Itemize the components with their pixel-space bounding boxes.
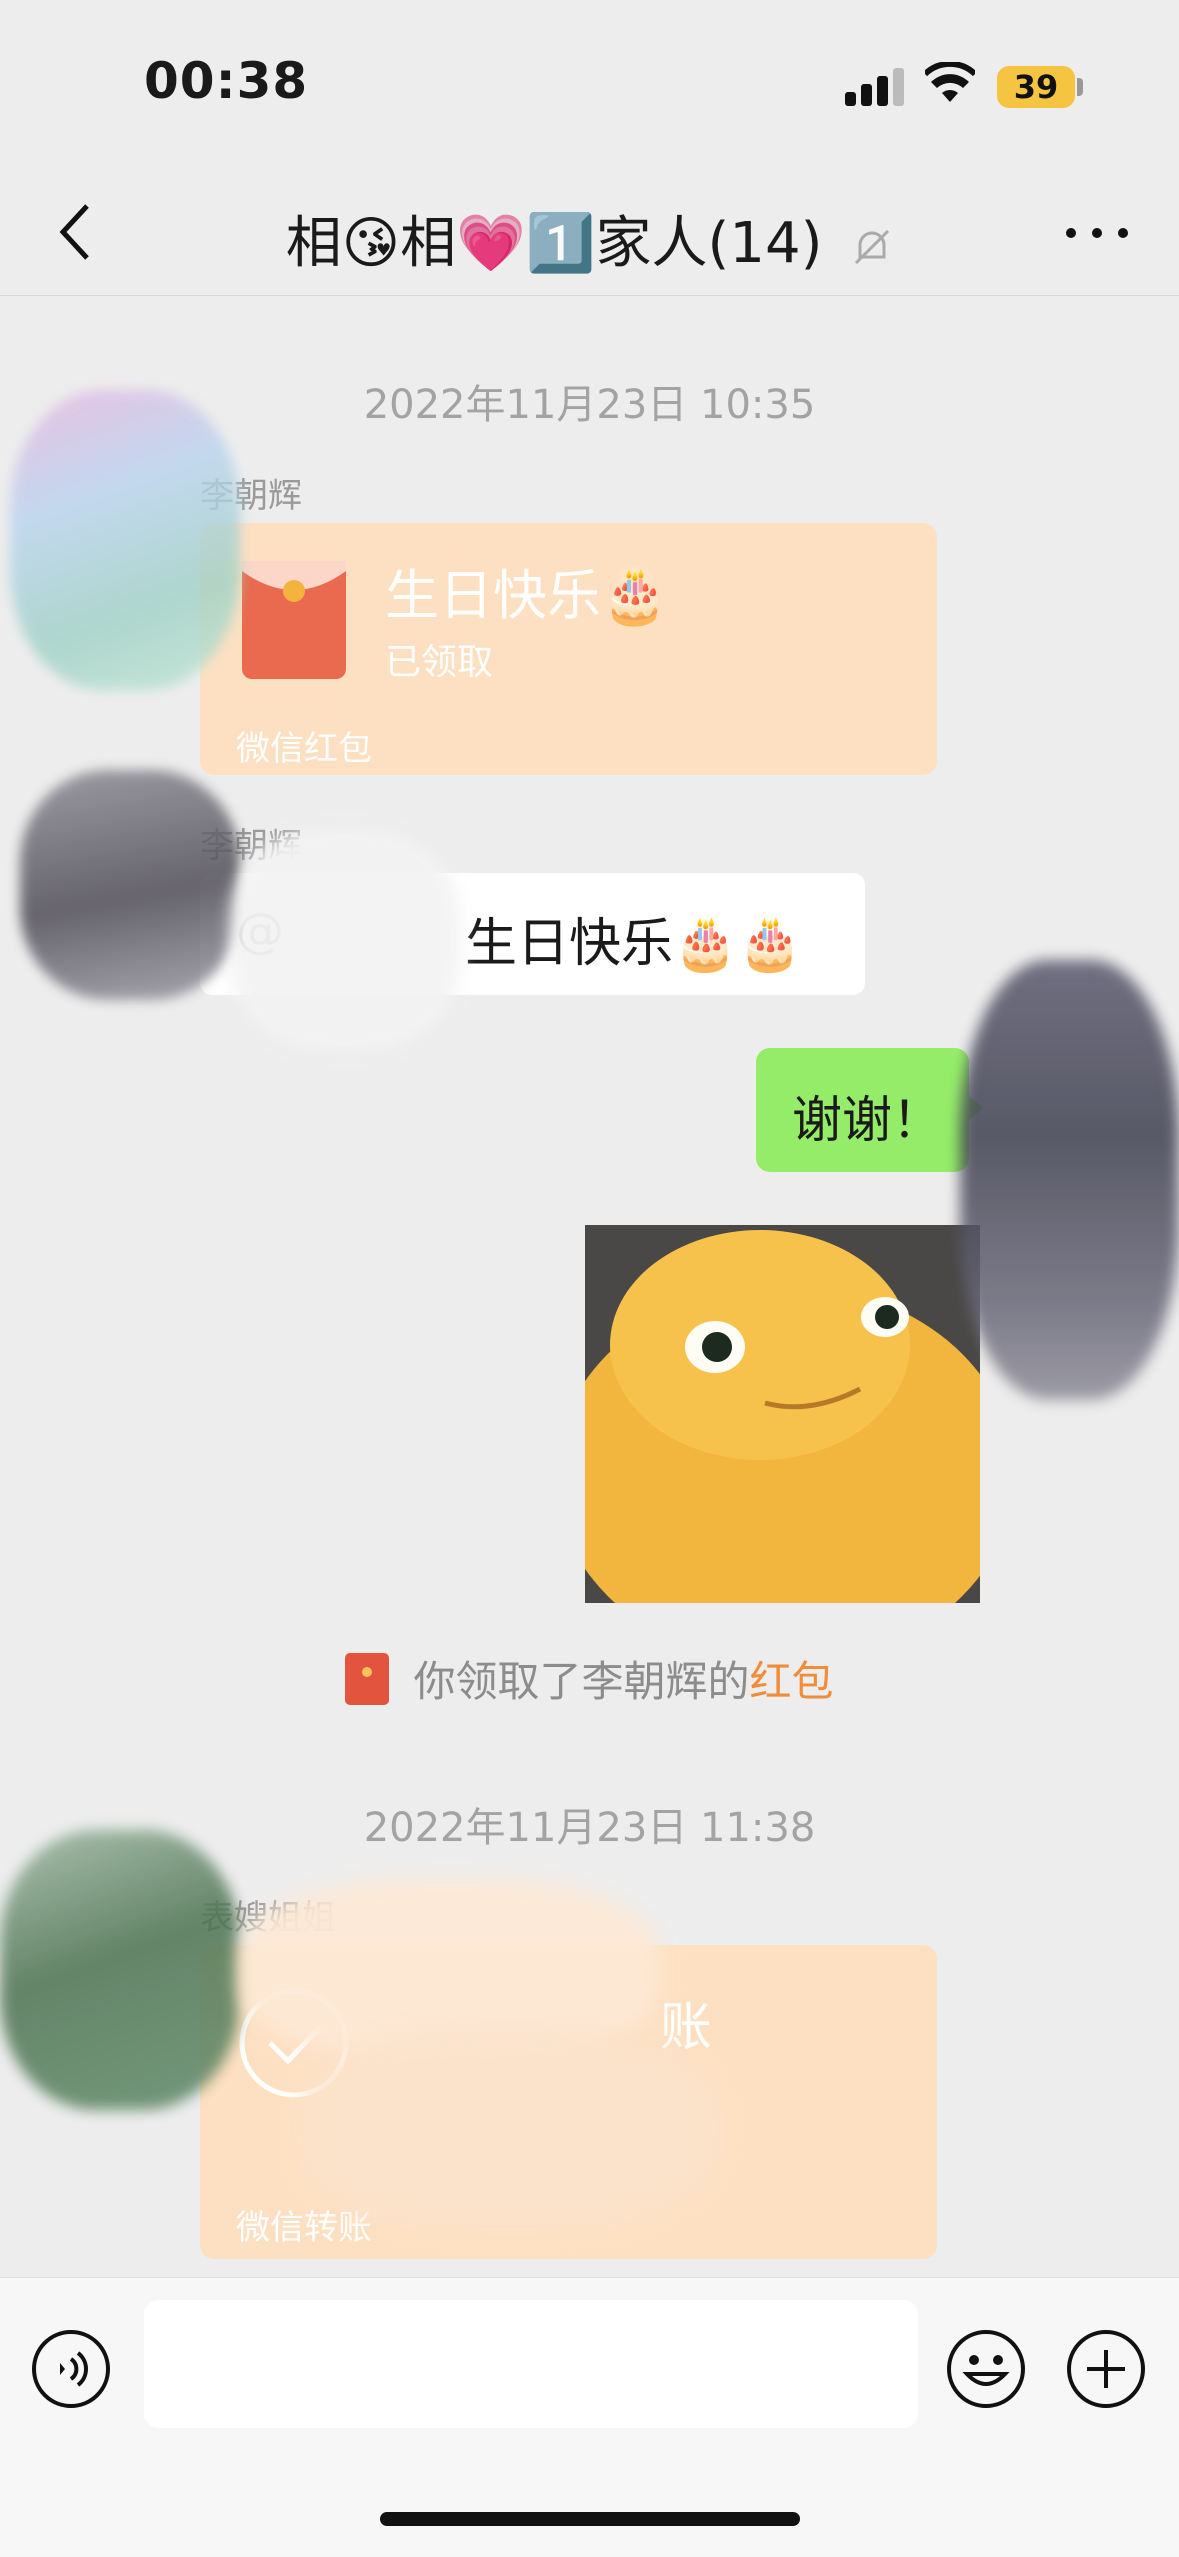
emoji-icon[interactable] xyxy=(945,2328,1027,2410)
chat-header: 相😘相💗1️⃣家人(14) xyxy=(0,170,1179,296)
home-indicator xyxy=(380,2512,800,2526)
plus-circle-icon[interactable] xyxy=(1065,2328,1147,2410)
message-text: 谢谢！ xyxy=(792,1091,942,1149)
message-input[interactable] xyxy=(144,2300,918,2428)
redaction-smudge xyxy=(0,1830,240,2110)
red-packet-link[interactable]: 红包 xyxy=(750,1657,834,1706)
battery-indicator: 39 xyxy=(997,66,1075,108)
status-bar: 00:38 39 xyxy=(0,0,1179,170)
red-packet-status: 已领取 xyxy=(385,642,494,683)
system-notice: 你领取了李朝辉的红包 xyxy=(0,1648,1179,1711)
status-time: 00:38 xyxy=(144,52,309,110)
more-options-icon[interactable] xyxy=(1058,200,1138,264)
redaction-smudge xyxy=(300,2030,720,2230)
red-packet-title: 生日快乐🎂 xyxy=(385,564,669,627)
redaction-smudge xyxy=(230,830,460,1050)
redaction-smudge xyxy=(960,960,1179,1400)
my-text-message[interactable]: 谢谢！ xyxy=(756,1048,983,1172)
message-text: 生日快乐🎂🎂 xyxy=(465,914,803,974)
sticker-image[interactable] xyxy=(585,1225,980,1603)
redaction-smudge xyxy=(20,770,240,1000)
red-packet-icon xyxy=(345,1652,390,1705)
bell-off-icon xyxy=(855,229,890,264)
redaction-smudge xyxy=(10,390,240,690)
cellular-signal-icon xyxy=(845,66,905,106)
battery-nub xyxy=(1077,78,1083,96)
chat-title: 相😘相💗1️⃣家人(14) xyxy=(200,198,980,279)
chat-title-text: 相😘相💗1️⃣家人(14) xyxy=(285,211,823,276)
red-packet-message[interactable]: 生日快乐🎂 已领取 微信红包 xyxy=(200,523,937,775)
back-arrow-icon[interactable] xyxy=(45,194,115,270)
voice-input-icon[interactable] xyxy=(30,2328,112,2410)
red-packet-icon xyxy=(242,561,346,679)
notice-text: 你领取了李朝辉的 xyxy=(413,1657,750,1706)
red-packet-footer: 微信红包 xyxy=(236,729,372,769)
transfer-title: 账 xyxy=(660,1998,713,2058)
wifi-icon xyxy=(925,62,975,102)
